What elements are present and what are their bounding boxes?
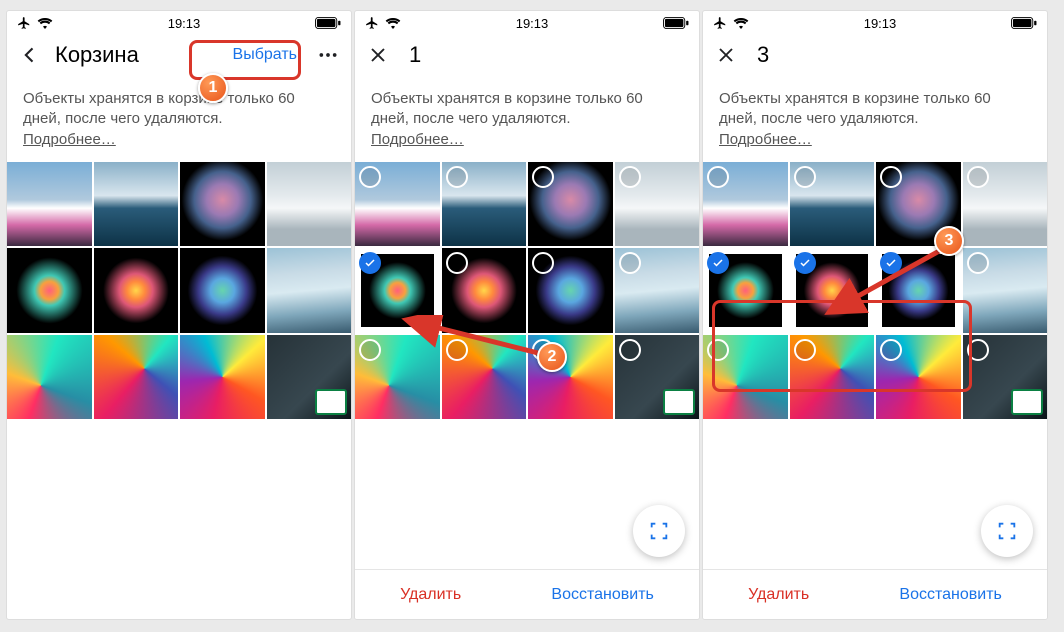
grid-item[interactable]: [528, 162, 613, 247]
checked-icon: [794, 252, 816, 274]
status-time: 19:13: [168, 16, 201, 31]
grid-item[interactable]: [355, 162, 440, 247]
grid-item[interactable]: [267, 162, 352, 247]
grid-item[interactable]: [7, 162, 92, 247]
header: Корзина Выбрать: [7, 35, 351, 75]
step-badge-3: 3: [934, 226, 964, 256]
airplane-icon: [17, 16, 31, 30]
grid-item[interactable]: [267, 335, 352, 420]
grid-item[interactable]: [94, 335, 179, 420]
page-title: Корзина: [55, 42, 139, 68]
restore-button[interactable]: Восстановить: [899, 586, 1001, 604]
bottom-bar: Удалить Восстановить: [355, 569, 699, 619]
info-body: Объекты хранятся в корзине только 60 дне…: [719, 90, 991, 127]
learn-more-link[interactable]: Подробнее…: [23, 131, 116, 148]
grid-item[interactable]: [94, 162, 179, 247]
grid-item[interactable]: [790, 162, 875, 247]
grid-item[interactable]: [790, 335, 875, 420]
learn-more-link[interactable]: Подробнее…: [719, 131, 812, 148]
wifi-icon: [37, 17, 53, 29]
grid-item[interactable]: [615, 162, 700, 247]
screen-1: 19:13 Корзина Выбрать Объекты хранятся в…: [6, 10, 352, 620]
battery-icon: [315, 17, 341, 29]
bottom-bar: Удалить Восстановить: [703, 569, 1047, 619]
more-button[interactable]: [311, 38, 345, 72]
airplane-icon: [365, 16, 379, 30]
unchecked-icon: [359, 166, 381, 188]
selection-count: 1: [409, 42, 421, 68]
arrow-2: [401, 315, 551, 365]
status-bar: 19:13: [703, 11, 1047, 35]
fullscreen-fab[interactable]: [981, 505, 1033, 557]
status-bar: 19:13: [7, 11, 351, 35]
header-selection: 3: [703, 35, 1047, 75]
grid-item[interactable]: [703, 162, 788, 247]
info-body: Объекты хранятся в корзине только 60 дне…: [23, 90, 295, 127]
grid-item[interactable]: [180, 335, 265, 420]
fullscreen-fab[interactable]: [633, 505, 685, 557]
battery-icon: [663, 17, 689, 29]
trash-grid: [7, 162, 351, 420]
grid-item[interactable]: [94, 248, 179, 333]
grid-item[interactable]: [615, 335, 700, 420]
grid-item-selected[interactable]: [703, 248, 788, 333]
back-button[interactable]: [13, 38, 47, 72]
grid-item[interactable]: [963, 162, 1048, 247]
status-bar: 19:13: [355, 11, 699, 35]
grid-item[interactable]: [963, 335, 1048, 420]
step-badge-2: 2: [537, 342, 567, 372]
delete-button[interactable]: Удалить: [748, 586, 809, 604]
tutorial-triptych: 19:13 Корзина Выбрать Объекты хранятся в…: [6, 10, 1058, 620]
info-text: Объекты хранятся в корзине только 60 дне…: [355, 75, 699, 162]
airplane-icon: [713, 16, 727, 30]
info-text: Объекты хранятся в корзине только 60 дне…: [7, 75, 351, 162]
grid-item[interactable]: [267, 248, 352, 333]
wifi-icon: [385, 17, 401, 29]
close-selection-button[interactable]: [709, 38, 743, 72]
grid-item[interactable]: [7, 248, 92, 333]
grid-item[interactable]: [876, 335, 961, 420]
grid-item[interactable]: [180, 162, 265, 247]
selection-count: 3: [757, 42, 769, 68]
trash-grid: [355, 162, 699, 420]
grid-item[interactable]: [442, 162, 527, 247]
grid-item[interactable]: [7, 335, 92, 420]
status-right: [315, 17, 341, 29]
step-badge-1: 1: [198, 73, 228, 103]
grid-item[interactable]: [180, 248, 265, 333]
info-text: Объекты хранятся в корзине только 60 дне…: [703, 75, 1047, 162]
info-body: Объекты хранятся в корзине только 60 дне…: [371, 90, 643, 127]
status-left: [17, 16, 53, 30]
restore-button[interactable]: Восстановить: [551, 586, 653, 604]
grid-item[interactable]: [963, 248, 1048, 333]
wifi-icon: [733, 17, 749, 29]
learn-more-link[interactable]: Подробнее…: [371, 131, 464, 148]
status-time: 19:13: [516, 16, 549, 31]
status-time: 19:13: [864, 16, 897, 31]
grid-item[interactable]: [615, 248, 700, 333]
delete-button[interactable]: Удалить: [400, 586, 461, 604]
battery-icon: [1011, 17, 1037, 29]
close-selection-button[interactable]: [361, 38, 395, 72]
header-selection: 1: [355, 35, 699, 75]
grid-item[interactable]: [703, 335, 788, 420]
arrow-3: [821, 242, 951, 320]
select-button[interactable]: Выбрать: [227, 42, 303, 68]
